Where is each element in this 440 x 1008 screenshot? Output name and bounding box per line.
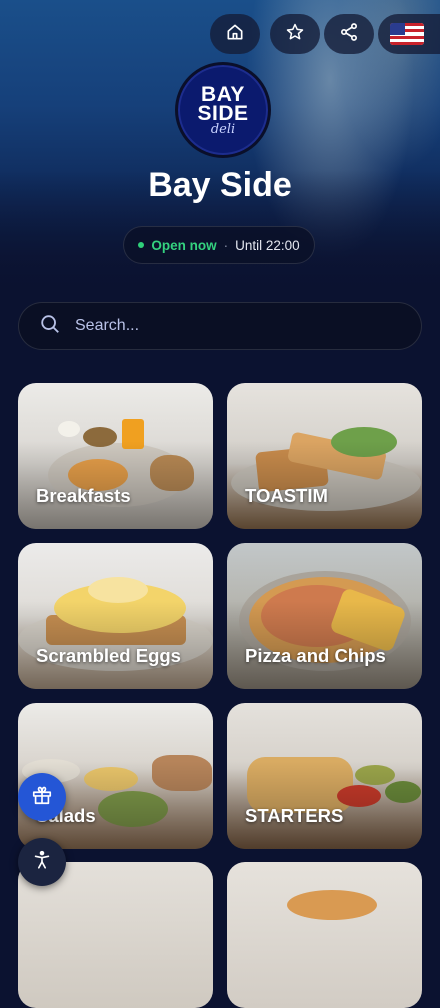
category-label: Breakfasts: [36, 485, 131, 506]
open-status-badge: Open now · Until 22:00: [123, 226, 315, 264]
share-button[interactable]: [324, 14, 374, 54]
store-name: Bay Side: [148, 166, 292, 204]
category-card-toastim[interactable]: TOASTIM: [227, 383, 422, 529]
category-label: TOASTIM: [245, 485, 328, 506]
favorite-button[interactable]: [270, 14, 320, 54]
status-dot: [138, 242, 145, 248]
category-card-more-2[interactable]: [227, 862, 422, 1008]
logo-line-1: BAY: [201, 82, 245, 106]
home-icon: [225, 22, 245, 47]
category-label: Scrambled Eggs: [36, 645, 181, 666]
accessibility-icon: [31, 849, 53, 876]
us-flag-icon: [390, 23, 424, 45]
opening-hours: Until 22:00: [235, 237, 300, 253]
category-card-starters[interactable]: STARTERS: [227, 703, 422, 849]
search-icon: [39, 313, 61, 340]
language-button[interactable]: [378, 14, 440, 54]
open-status-label: Open now: [151, 237, 217, 253]
share-icon: [339, 22, 359, 47]
gift-button[interactable]: [18, 773, 66, 821]
logo-line-3: deli: [210, 121, 236, 137]
home-button[interactable]: [210, 14, 260, 54]
category-label: Pizza and Chips: [245, 645, 386, 666]
store-logo: BAY SIDE deli: [175, 62, 271, 158]
search-input[interactable]: [73, 316, 377, 336]
category-card-scrambled-eggs[interactable]: Scrambled Eggs: [18, 543, 213, 689]
category-card-breakfasts[interactable]: Breakfasts: [18, 383, 213, 529]
gift-icon: [31, 784, 53, 811]
accessibility-button[interactable]: [18, 838, 66, 886]
category-label: STARTERS: [245, 805, 344, 826]
category-card-pizza-and-chips[interactable]: Pizza and Chips: [227, 543, 422, 689]
search-bar[interactable]: [18, 302, 422, 350]
star-icon: [285, 22, 305, 47]
logo-line-2: SIDE: [197, 101, 249, 125]
status-separator: ·: [223, 237, 229, 253]
